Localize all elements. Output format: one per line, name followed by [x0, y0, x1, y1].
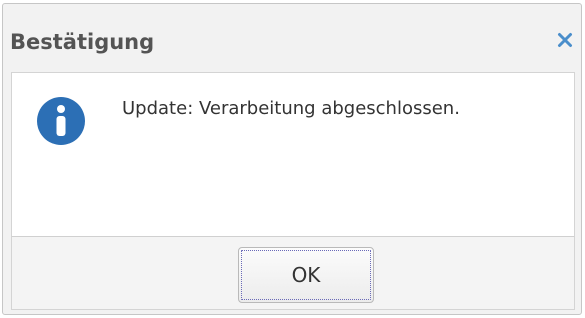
close-icon[interactable]	[556, 31, 574, 49]
dialog-message: Update: Verarbeitung abgeschlossen.	[122, 98, 460, 119]
confirmation-dialog: Bestätigung Update: Verarbeitung abgesch…	[2, 3, 582, 315]
dialog-content: Update: Verarbeitung abgeschlossen.	[11, 72, 575, 236]
dialog-footer: OK	[11, 236, 575, 310]
dialog-title: Bestätigung	[10, 30, 155, 54]
ok-button[interactable]: OK	[238, 247, 374, 303]
info-icon	[36, 96, 86, 146]
dialog-titlebar[interactable]: Bestätigung	[3, 4, 581, 66]
